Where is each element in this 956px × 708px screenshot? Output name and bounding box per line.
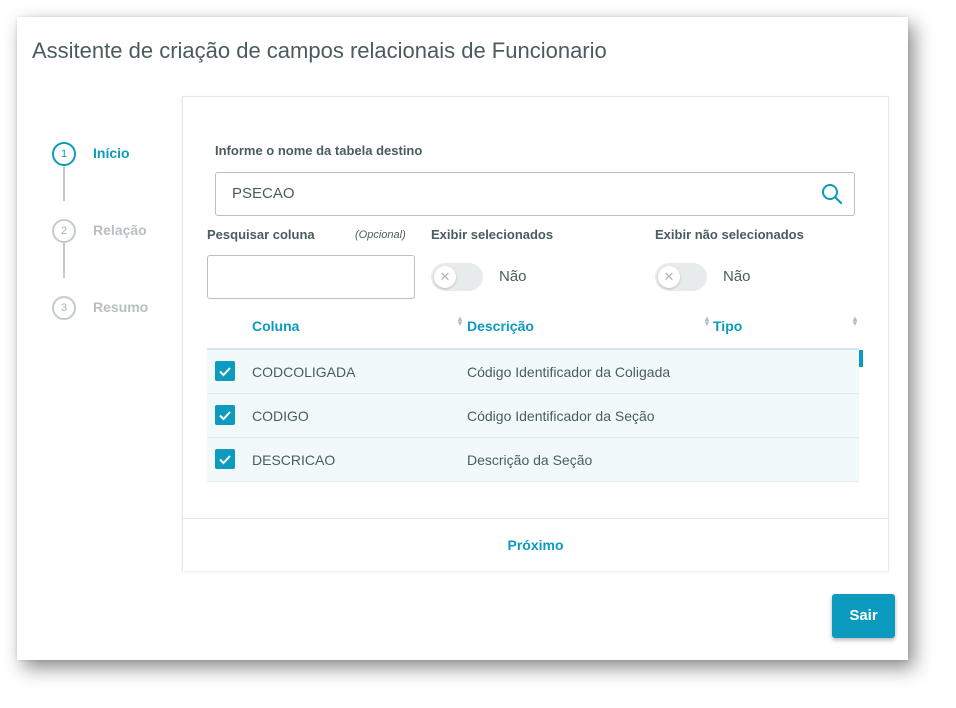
- cell-descricao: Código Identificador da Seção: [467, 408, 655, 424]
- show-selected-label: Exibir selecionados: [431, 227, 554, 242]
- show-unselected-toggle[interactable]: ✕: [655, 263, 707, 291]
- step-number: 2: [52, 219, 76, 243]
- cell-descricao: Descrição da Seção: [467, 452, 593, 468]
- table-search-input[interactable]: PSECAO: [215, 172, 855, 216]
- step-number: 3: [52, 296, 76, 320]
- check-icon: [219, 367, 231, 377]
- panel-footer-divider: [183, 518, 888, 519]
- row-checkbox[interactable]: [215, 361, 235, 381]
- cell-coluna: CODCOLIGADA: [252, 364, 356, 380]
- toggle-knob: ✕: [434, 266, 456, 288]
- search-icon[interactable]: [820, 182, 844, 206]
- step-label: Relação: [93, 222, 147, 238]
- column-search-input[interactable]: [207, 255, 415, 299]
- sort-icon[interactable]: ▲ ▼: [703, 315, 711, 328]
- sort-icon[interactable]: ▲ ▼: [851, 315, 859, 328]
- show-unselected-value: Não: [723, 268, 751, 285]
- check-icon: [219, 411, 231, 421]
- column-header-coluna[interactable]: Coluna: [252, 318, 299, 334]
- optional-hint: (Opcional): [355, 229, 406, 241]
- row-checkbox[interactable]: [215, 449, 235, 469]
- wizard-dialog: Assitente de criação de campos relaciona…: [17, 17, 908, 660]
- show-selected-value: Não: [499, 268, 527, 285]
- table-search-value: PSECAO: [232, 185, 295, 202]
- close-icon: ✕: [439, 269, 451, 284]
- step-label: Resumo: [93, 299, 149, 315]
- exit-button[interactable]: Sair: [832, 594, 895, 638]
- content-panel: Informe o nome da tabela destino PSECAO …: [182, 96, 889, 571]
- toggle-knob: ✕: [658, 266, 680, 288]
- next-button[interactable]: Próximo: [183, 537, 888, 553]
- cell-coluna: DESCRICAO: [252, 452, 336, 468]
- row-checkbox[interactable]: [215, 405, 235, 425]
- step-label: Início: [93, 145, 130, 161]
- table-row[interactable]: CODIGO Código Identificador da Seção: [207, 394, 859, 438]
- step-number: 1: [52, 142, 76, 166]
- check-icon: [219, 455, 231, 465]
- wizard-stepper: 1 Início 2 Relação 3 Resumo: [52, 124, 182, 320]
- table-scrollbar[interactable]: [859, 350, 863, 367]
- table-row[interactable]: DESCRICAO Descrição da Seção: [207, 438, 859, 482]
- show-selected-toggle[interactable]: ✕: [431, 263, 483, 291]
- cell-coluna: CODIGO: [252, 408, 309, 424]
- cell-descricao: Código Identificador da Coligada: [467, 364, 671, 380]
- column-search-label: Pesquisar coluna: [207, 227, 315, 242]
- sort-icon[interactable]: ▲ ▼: [456, 315, 464, 328]
- dialog-title: Assitente de criação de campos relaciona…: [32, 38, 607, 63]
- column-header-tipo[interactable]: Tipo: [713, 318, 742, 334]
- column-header-descricao[interactable]: Descrição: [467, 318, 534, 334]
- show-unselected-label: Exibir não selecionados: [655, 227, 804, 242]
- table-row[interactable]: CODCOLIGADA Código Identificador da Coli…: [207, 350, 859, 394]
- close-icon: ✕: [663, 269, 675, 284]
- table-name-label: Informe o nome da tabela destino: [215, 143, 423, 158]
